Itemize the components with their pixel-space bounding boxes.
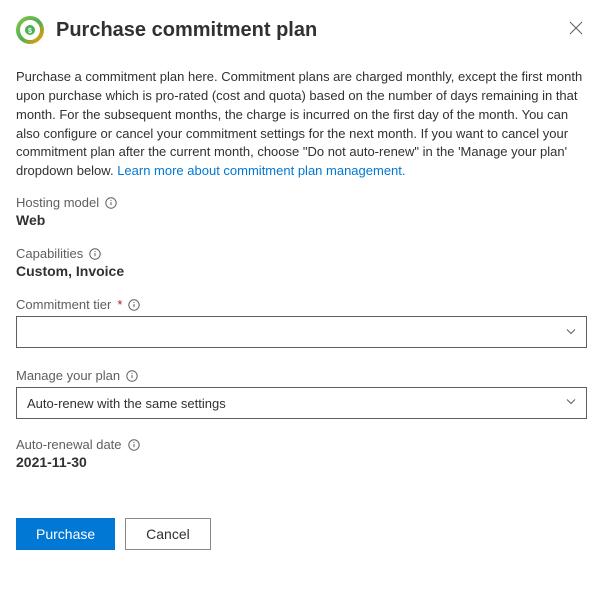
capabilities-field: Capabilities Custom, Invoice: [16, 246, 587, 279]
footer-actions: Purchase Cancel: [16, 518, 587, 550]
panel-header: $ Purchase commitment plan: [16, 16, 587, 44]
commitment-tier-label: Commitment tier: [16, 297, 111, 312]
commitment-tier-select[interactable]: [16, 316, 587, 348]
manage-plan-select[interactable]: Auto-renew with the same settings: [16, 387, 587, 419]
hosting-model-field: Hosting model Web: [16, 195, 587, 228]
auto-renewal-date-label: Auto-renewal date: [16, 437, 122, 452]
capabilities-label: Capabilities: [16, 246, 83, 261]
learn-more-link[interactable]: Learn more about commitment plan managem…: [117, 163, 405, 178]
close-icon: [569, 22, 583, 39]
required-indicator: *: [117, 297, 122, 312]
info-icon[interactable]: [89, 248, 101, 260]
close-button[interactable]: [565, 17, 587, 43]
info-icon[interactable]: [128, 439, 140, 451]
description-text: Purchase a commitment plan here. Commitm…: [16, 68, 587, 181]
auto-renewal-date-value: 2021-11-30: [16, 454, 587, 470]
hosting-model-label: Hosting model: [16, 195, 99, 210]
cancel-button[interactable]: Cancel: [125, 518, 211, 550]
capabilities-value: Custom, Invoice: [16, 263, 587, 279]
purchase-button[interactable]: Purchase: [16, 518, 115, 550]
commitment-plan-icon: $: [16, 16, 44, 44]
manage-plan-field: Manage your plan Auto-renew with the sam…: [16, 368, 587, 419]
auto-renewal-date-field: Auto-renewal date 2021-11-30: [16, 437, 587, 470]
panel-title: Purchase commitment plan: [56, 19, 317, 42]
info-icon[interactable]: [126, 370, 138, 382]
header-left: $ Purchase commitment plan: [16, 16, 317, 44]
commitment-tier-field: Commitment tier *: [16, 297, 587, 350]
svg-text:$: $: [28, 28, 32, 35]
info-icon[interactable]: [128, 299, 140, 311]
hosting-model-value: Web: [16, 212, 587, 228]
description-body: Purchase a commitment plan here. Commitm…: [16, 69, 582, 178]
info-icon[interactable]: [105, 197, 117, 209]
manage-plan-label: Manage your plan: [16, 368, 120, 383]
